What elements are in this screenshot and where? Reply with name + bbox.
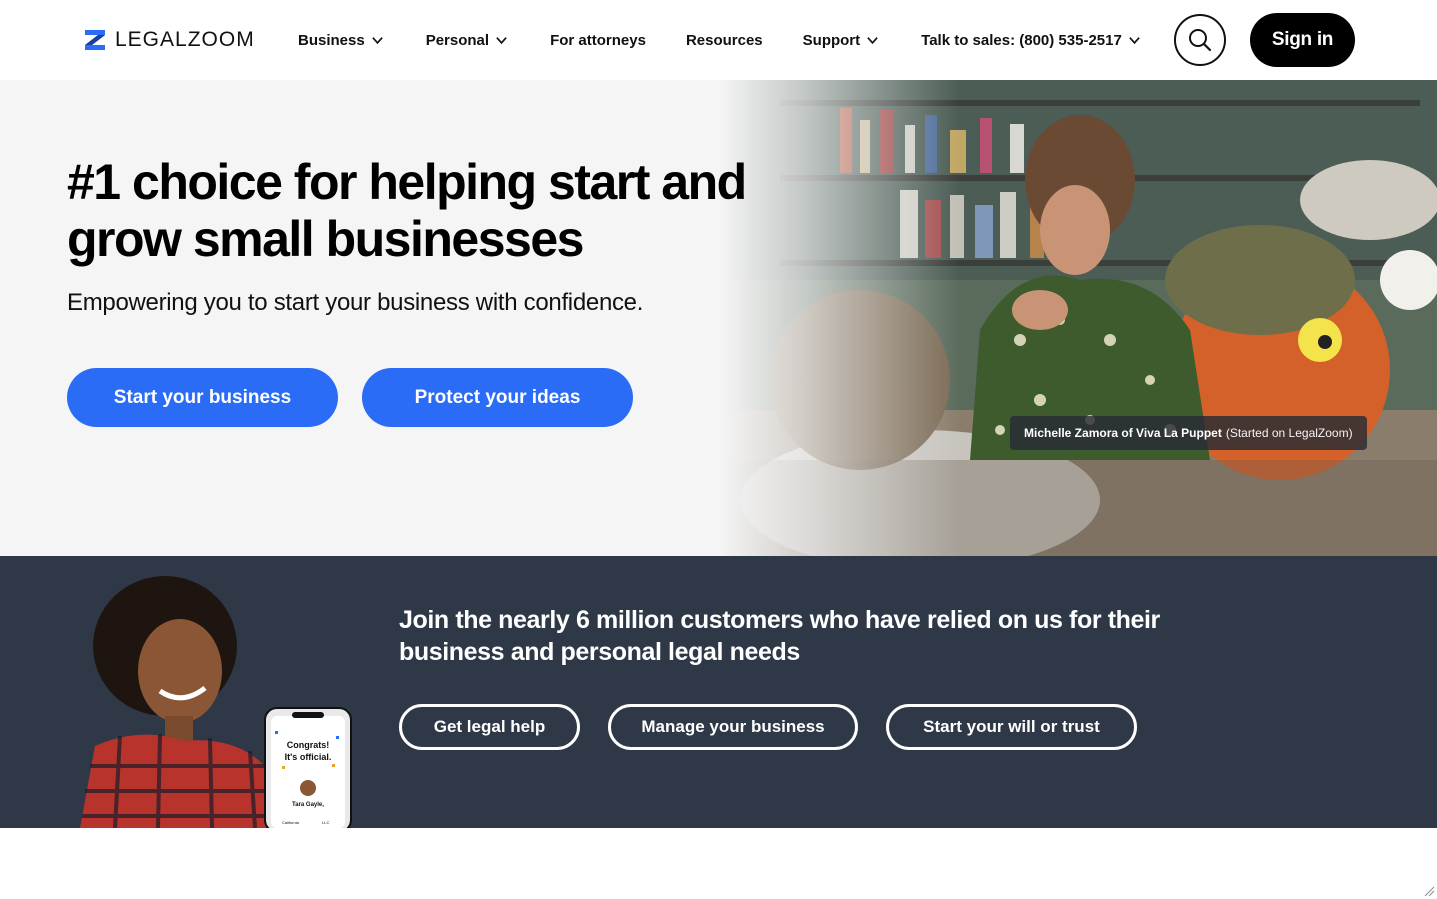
- search-icon: [1189, 29, 1212, 52]
- nav-support-label: Support: [802, 31, 861, 49]
- site-header: LEGALZOOM Business Personal For attorney…: [0, 0, 1437, 80]
- hero-photo-fade: [720, 80, 960, 556]
- phone-entity-text: LLC: [322, 820, 329, 825]
- logo-wordmark: LEGALZOOM: [115, 28, 255, 51]
- nav-for-attorneys[interactable]: For attorneys: [550, 32, 646, 49]
- customer-with-phone-illustration: Congrats! It's official. Tara Gayle, Cal…: [80, 576, 352, 828]
- phone-state-text: California: [282, 820, 300, 825]
- nav-resources-label: Resources: [685, 31, 763, 49]
- phone-congrats-text: Congrats!: [287, 740, 330, 750]
- manage-your-business-button[interactable]: Manage your business: [608, 704, 858, 750]
- sign-in-button[interactable]: Sign in: [1250, 13, 1355, 67]
- legalzoom-logo-icon: [85, 30, 105, 50]
- main-nav: Business Personal For attorneys Resource…: [298, 0, 1141, 80]
- photo-caption: Michelle Zamora of Viva La Puppet (Start…: [1010, 416, 1367, 450]
- chevron-down-icon: [1129, 36, 1140, 44]
- hero-subtitle: Empowering you to start your business wi…: [67, 289, 644, 316]
- search-button[interactable]: [1174, 14, 1226, 66]
- customers-headline: Join the nearly 6 million customers who …: [399, 606, 1160, 666]
- start-your-business-button[interactable]: Start your business: [67, 368, 338, 427]
- get-legal-help-button[interactable]: Get legal help: [399, 704, 580, 750]
- photo-caption-name: Michelle Zamora of Viva La Puppet: [1024, 426, 1222, 440]
- nav-business-label: Business: [298, 31, 365, 49]
- nav-support[interactable]: Support: [803, 32, 880, 49]
- hero-title: #1 choice for helping start and grow sma…: [67, 154, 747, 267]
- nav-business[interactable]: Business: [298, 32, 384, 49]
- customers-band: Congrats! It's official. Tara Gayle, Cal…: [0, 556, 1437, 828]
- nav-personal-label: Personal: [425, 31, 490, 49]
- phone-name-text: Tara Gayle,: [292, 802, 324, 808]
- nav-talk-to-sales[interactable]: Talk to sales: (800) 535-2517: [921, 32, 1141, 49]
- resize-grip-icon[interactable]: [1423, 885, 1435, 897]
- chevron-down-icon: [371, 36, 383, 44]
- hero-section: #1 choice for helping start and grow sma…: [0, 80, 1437, 556]
- nav-talk-to-sales-label: Talk to sales: (800) 535-2517: [921, 31, 1122, 49]
- protect-your-ideas-button[interactable]: Protect your ideas: [362, 368, 633, 427]
- start-your-will-or-trust-button[interactable]: Start your will or trust: [886, 704, 1137, 750]
- chevron-down-icon: [496, 36, 507, 44]
- chevron-down-icon: [867, 36, 878, 44]
- nav-personal[interactable]: Personal: [426, 32, 508, 49]
- photo-caption-note: (Started on LegalZoom): [1225, 426, 1353, 440]
- nav-resources[interactable]: Resources: [686, 32, 763, 49]
- phone-official-text: It's official.: [285, 752, 332, 762]
- nav-for-attorneys-label: For attorneys: [550, 31, 646, 49]
- legalzoom-logo[interactable]: LEGALZOOM: [83, 26, 255, 54]
